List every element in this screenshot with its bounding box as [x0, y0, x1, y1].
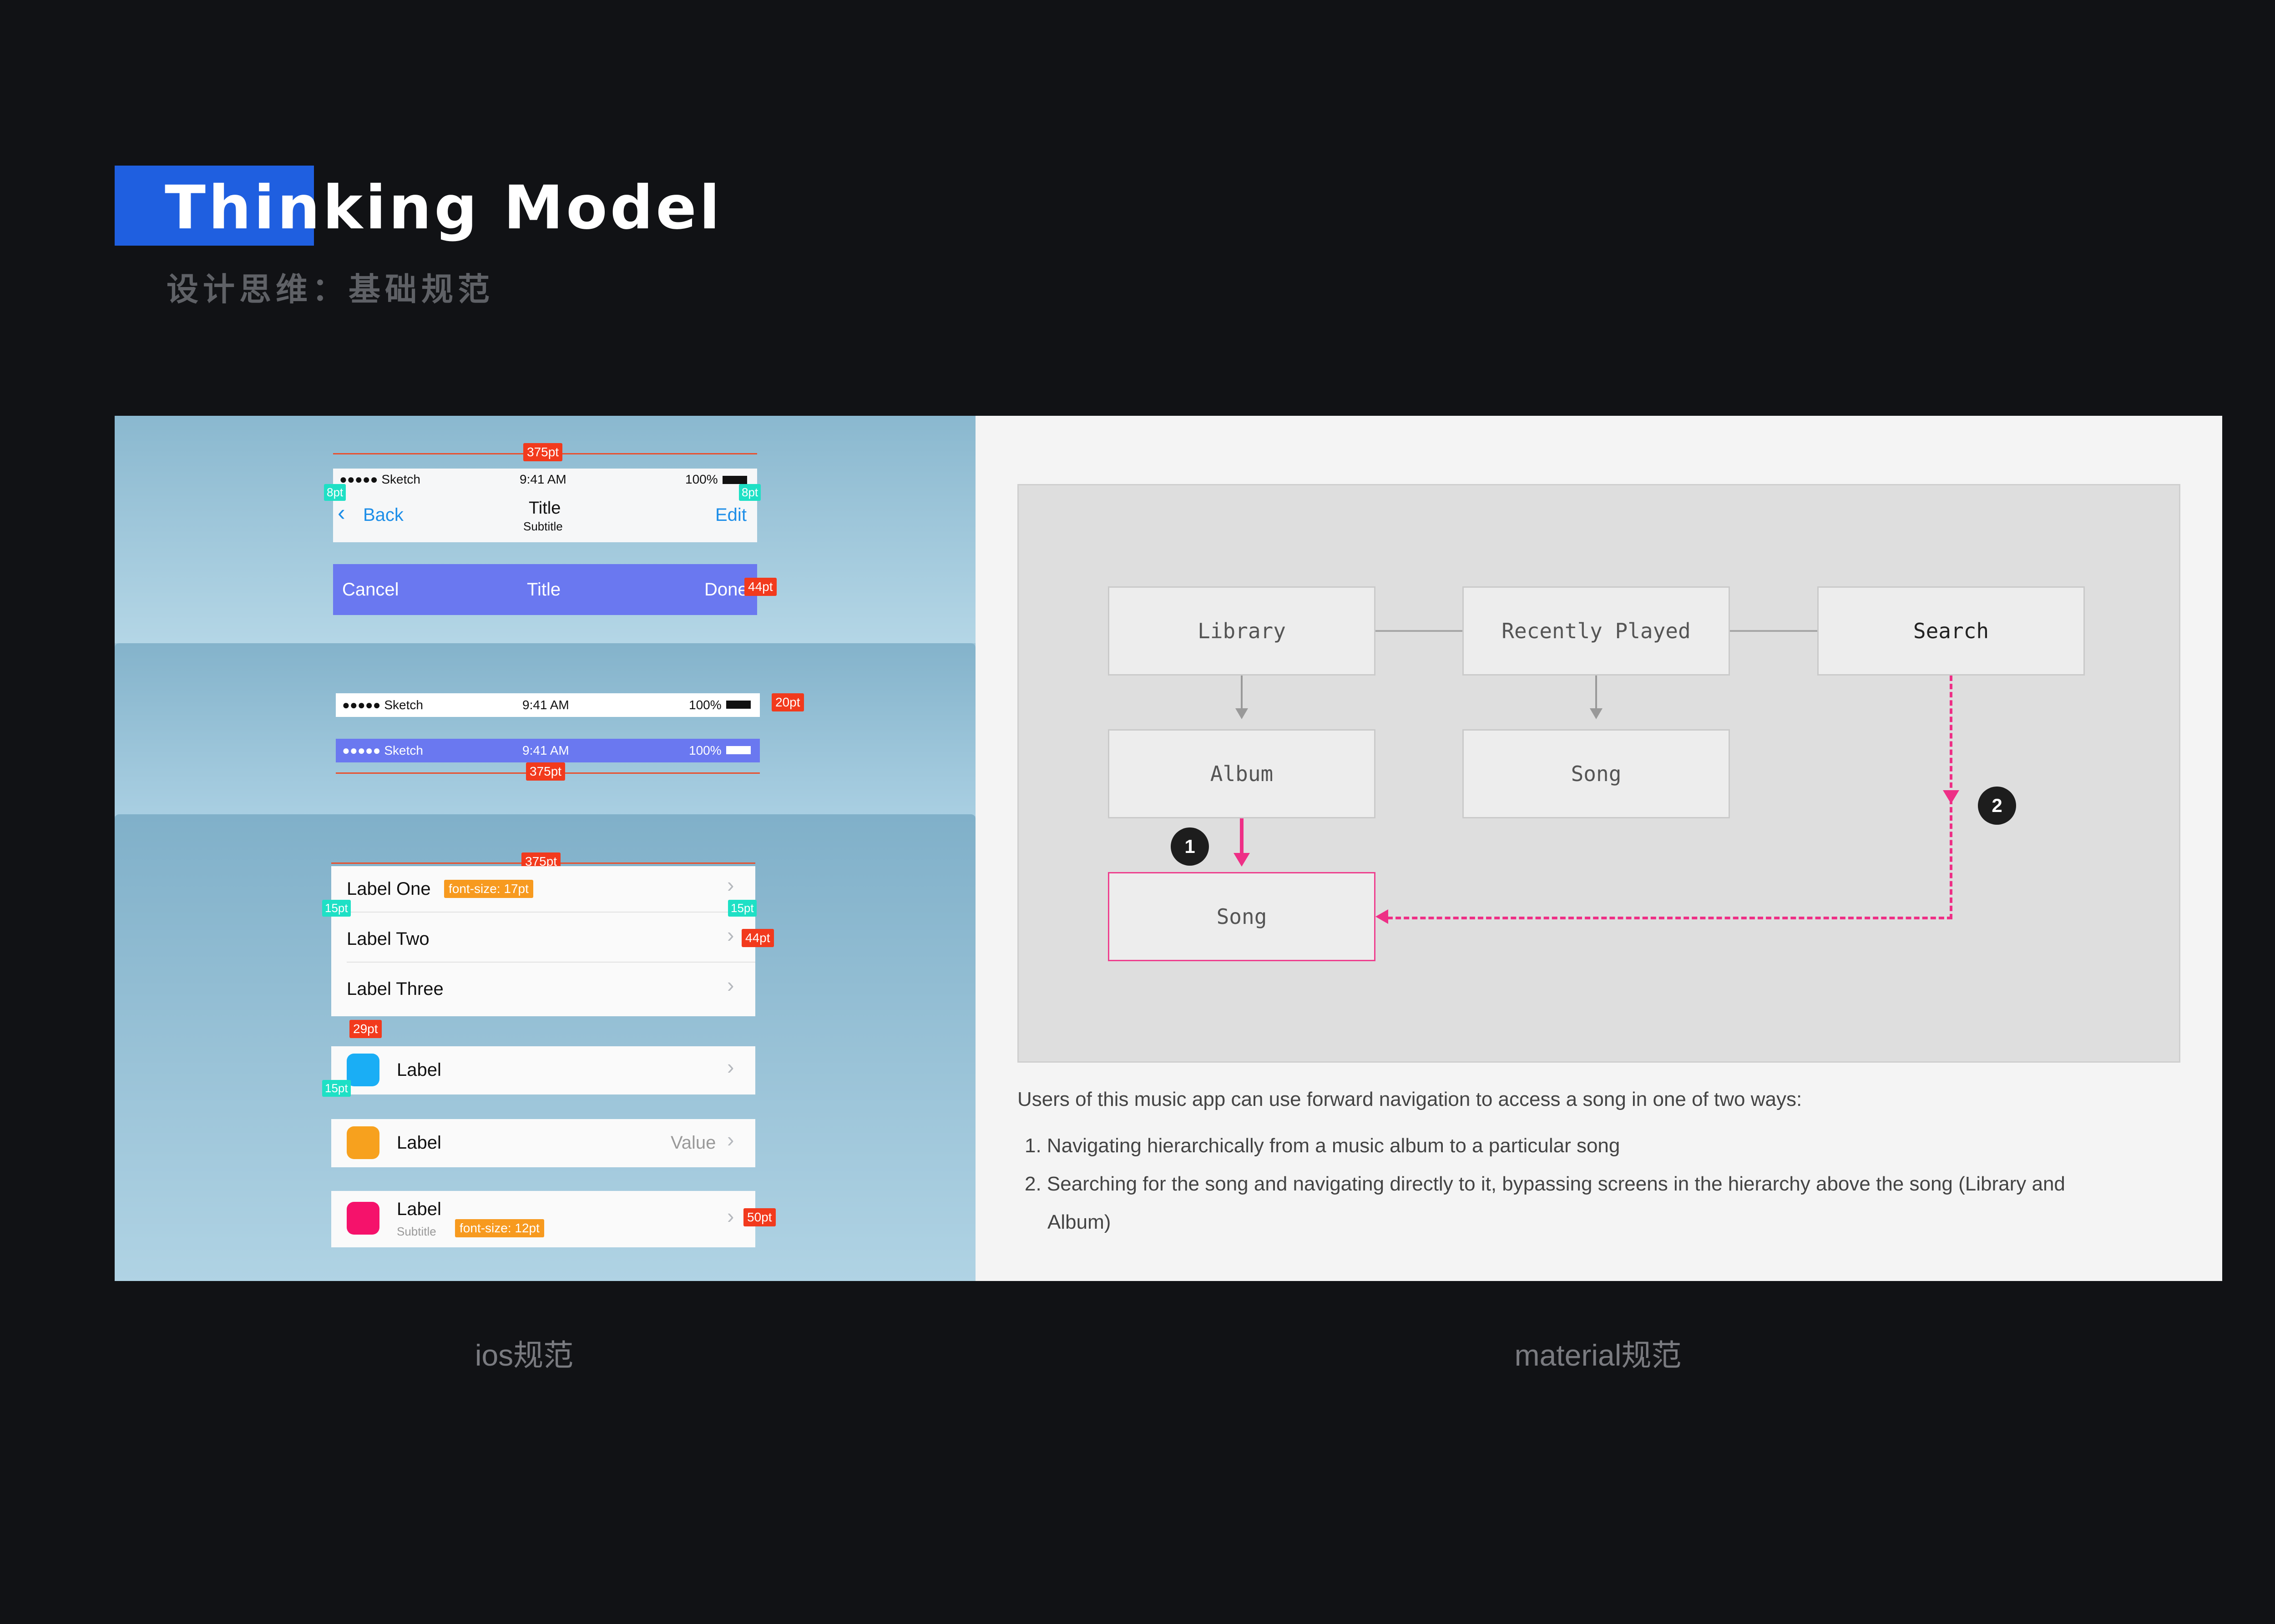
width-tag: 375pt	[523, 443, 563, 461]
status-time: 9:41 AM	[522, 743, 569, 757]
chevron-right-icon: ›	[727, 873, 734, 897]
page-subtitle: 设计思维：基础规范	[167, 271, 494, 308]
icon-size-tag: 29pt	[349, 1020, 382, 1038]
toolbar-title: Title	[527, 580, 561, 600]
cancel-button[interactable]: Cancel	[342, 580, 399, 600]
cell-value: Value	[671, 1133, 716, 1153]
chevron-right-icon: ›	[727, 923, 734, 947]
arrow-left-icon	[1375, 909, 1388, 924]
status-battery: 100%	[685, 472, 718, 486]
icon-left-tag: 15pt	[322, 1080, 351, 1097]
step-1-badge: 1	[1171, 827, 1209, 866]
cell-label: Label	[397, 1199, 441, 1219]
material-list-item: 1. Navigating hierarchically from a musi…	[1025, 1135, 1620, 1157]
path-2-line	[1387, 917, 1952, 919]
icon-cell[interactable]: Label ›	[331, 1046, 755, 1094]
ios-toolbar: Cancel Title Done	[333, 564, 757, 615]
chevron-right-icon: ›	[727, 1204, 734, 1228]
toolbar-height-tag: 44pt	[744, 578, 777, 596]
node-album: Album	[1108, 729, 1375, 818]
chevron-right-icon: ›	[727, 973, 734, 997]
path-1-line	[1240, 818, 1244, 855]
nav-title: Title	[529, 499, 561, 518]
done-button[interactable]: Done	[704, 580, 748, 600]
statusbar-height-tag: 20pt	[772, 693, 804, 711]
row-height-tag: 44pt	[742, 929, 774, 947]
navigation-diagram: Library Recently Played Search Album Son…	[1017, 484, 2180, 1063]
statusbar-width-tag: 375pt	[526, 762, 566, 781]
ios-band-statusbar	[115, 643, 976, 816]
node-song: Song	[1462, 729, 1730, 818]
right-margin-tag: 8pt	[739, 484, 761, 501]
grouped-list: Label One Label Two Label Three › › ›	[331, 866, 755, 1016]
left-inset-tag: 15pt	[322, 900, 351, 917]
connector-line	[1241, 676, 1243, 710]
app-icon-blue	[347, 1054, 379, 1086]
value-cell[interactable]: Label Value ›	[331, 1119, 755, 1167]
status-battery: 100%	[689, 698, 722, 712]
subtitle-height-tag: 50pt	[743, 1208, 776, 1226]
chevron-right-icon: ›	[727, 1055, 734, 1079]
status-bar-light: ●●●●● Sketch 9:41 AM 100%	[336, 693, 760, 717]
cell-label: Label	[397, 1060, 441, 1080]
ios-navbar: ●●●●● Sketch 9:41 AM 100% ‹ Back Title S…	[333, 469, 757, 542]
status-battery: 100%	[689, 743, 722, 757]
arrow-down-icon	[1590, 708, 1603, 719]
node-song-target: Song	[1108, 872, 1375, 961]
status-carrier: ●●●●● Sketch	[342, 743, 423, 757]
material-list-item: Album)	[1047, 1211, 1111, 1233]
row-divider	[347, 962, 755, 963]
connector-line	[1375, 630, 1462, 632]
back-button[interactable]: Back	[363, 505, 404, 525]
node-library: Library	[1108, 586, 1375, 676]
chevron-right-icon: ›	[727, 1128, 734, 1151]
subtitle-font-tag: font-size: 12pt	[455, 1219, 544, 1237]
node-search: Search	[1817, 586, 2085, 676]
nav-subtitle: Subtitle	[523, 519, 563, 533]
battery-icon	[723, 476, 747, 484]
battery-icon	[726, 746, 751, 754]
arrow-down-icon	[1234, 853, 1250, 867]
material-intro: Users of this music app can use forward …	[1017, 1088, 1802, 1110]
list-item[interactable]: Label Two	[347, 929, 430, 949]
battery-icon	[726, 701, 751, 709]
row-divider	[347, 912, 755, 913]
page-title: Thinking Model	[165, 173, 723, 243]
material-caption: material规范	[1514, 1338, 1682, 1372]
ios-spec-panel: 375pt ●●●●● Sketch 9:41 AM 100% ‹ Back T…	[115, 416, 976, 1281]
status-carrier: ●●●●● Sketch	[339, 472, 420, 486]
connector-line	[1730, 630, 1817, 632]
cell-label: Label	[397, 1133, 441, 1153]
app-icon-pink	[347, 1202, 379, 1235]
edit-button[interactable]: Edit	[715, 505, 747, 525]
right-inset-tag: 15pt	[728, 900, 757, 917]
ios-caption: ios规范	[475, 1338, 574, 1372]
arrow-down-icon	[1943, 790, 1959, 804]
cell-subtitle: Subtitle	[397, 1225, 436, 1238]
step-2-badge: 2	[1978, 787, 2016, 825]
node-recently-played: Recently Played	[1462, 586, 1730, 676]
chevron-left-icon: ‹	[338, 500, 345, 525]
list-item[interactable]: Label Three	[347, 979, 444, 999]
status-carrier: ●●●●● Sketch	[342, 698, 423, 712]
status-time: 9:41 AM	[520, 472, 566, 486]
material-list-item: 2. Searching for the song and navigating…	[1025, 1173, 2065, 1195]
status-time: 9:41 AM	[522, 698, 569, 712]
arrow-down-icon	[1235, 708, 1248, 719]
list-item[interactable]: Label One	[347, 879, 431, 899]
app-icon-orange	[347, 1126, 379, 1159]
material-spec-panel: Library Recently Played Search Album Son…	[976, 416, 2222, 1281]
left-margin-tag: 8pt	[324, 484, 346, 501]
status-bar-blue: ●●●●● Sketch 9:41 AM 100%	[336, 739, 760, 762]
connector-line	[1595, 676, 1597, 710]
font-size-tag: font-size: 17pt	[444, 880, 533, 898]
